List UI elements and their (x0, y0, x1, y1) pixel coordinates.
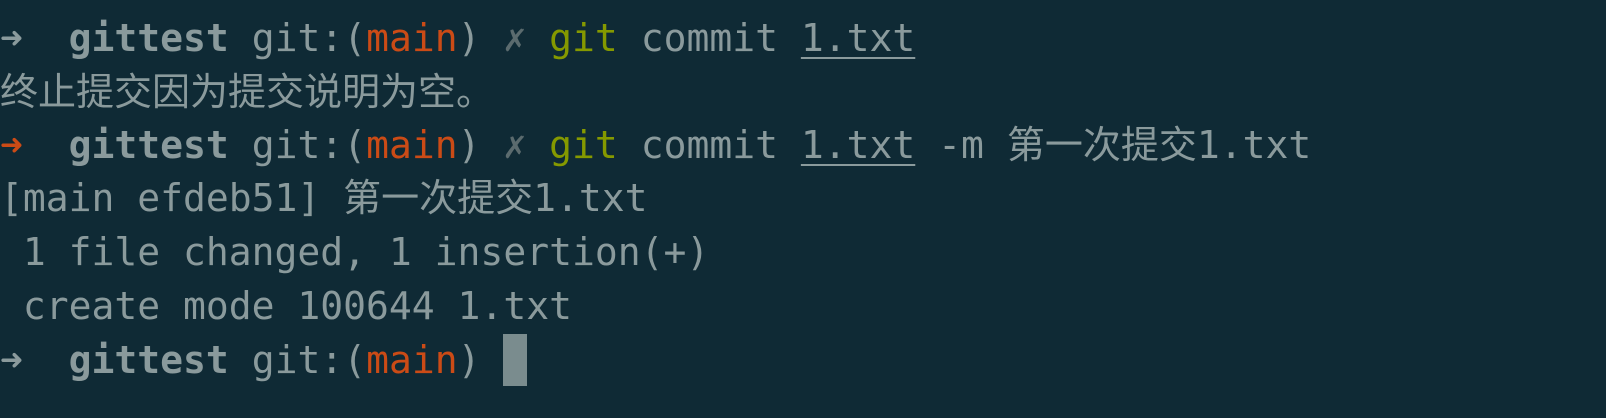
prompt-arrow-error-icon: ➜ (0, 123, 23, 167)
git-branch: main (366, 16, 458, 60)
git-label: git:( (251, 338, 367, 382)
prompt-directory: gittest (68, 338, 229, 382)
output-line: [main efdeb51] 第一次提交1.txt (0, 176, 648, 220)
prompt-arrow-icon: ➜ (0, 338, 23, 382)
git-label-close: ) (457, 338, 481, 382)
command-path-arg: 1.txt (800, 123, 916, 167)
git-label-close: ) (457, 123, 481, 167)
text-cursor[interactable] (503, 334, 528, 386)
command-subcommand: commit (640, 16, 778, 60)
command-name: git (549, 16, 618, 60)
command-path-arg: 1.txt (800, 16, 916, 60)
command-subcommand: commit (640, 123, 778, 167)
command-name: git (549, 123, 618, 167)
prompt-line: ➜ gittest git:(main) ✗ git commit 1.txt (0, 12, 915, 64)
dirty-indicator-icon: ✗ (503, 16, 527, 60)
prompt-arrow-icon: ➜ (0, 16, 23, 60)
git-branch: main (366, 338, 458, 382)
command-flag: -m (938, 123, 984, 167)
git-branch: main (366, 123, 458, 167)
output-line: 1 file changed, 1 insertion(+) (0, 230, 710, 274)
prompt-directory: gittest (68, 16, 229, 60)
prompt-directory: gittest (68, 123, 229, 167)
prompt-line: ➜ gittest git:(main) ✗ git commit 1.txt … (0, 119, 1311, 171)
terminal-window[interactable]: ➜ gittest git:(main) ✗ git commit 1.txt … (0, 0, 1606, 418)
prompt-line-current[interactable]: ➜ gittest git:(main) (0, 334, 528, 386)
command-message: 第一次提交1.txt (1006, 123, 1312, 167)
output-line: 终止提交因为提交说明为空。 (0, 70, 495, 114)
output-line: create mode 100644 1.txt (0, 284, 572, 328)
git-label: git:( (251, 16, 367, 60)
dirty-indicator-icon: ✗ (503, 123, 527, 167)
git-label-close: ) (457, 16, 481, 60)
git-label: git:( (251, 123, 367, 167)
